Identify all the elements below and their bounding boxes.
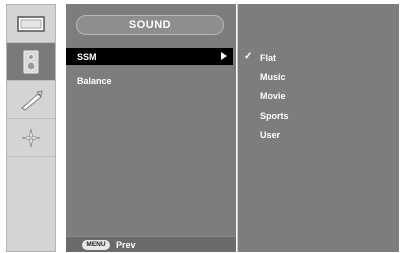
- prev-label: Prev: [116, 239, 136, 250]
- menu-item-balance[interactable]: Balance: [66, 72, 233, 89]
- menu-key-button[interactable]: MENU: [82, 239, 110, 250]
- arrow-right-icon: [221, 52, 227, 60]
- option-sports[interactable]: Sports: [238, 108, 398, 124]
- menu-item-label: Balance: [77, 75, 112, 86]
- option-label: Flat: [260, 53, 277, 63]
- monitor-icon: [17, 15, 45, 32]
- footer: MENU Prev: [66, 236, 236, 252]
- option-label: Movie: [260, 91, 286, 101]
- check-icon: ✓: [244, 51, 253, 62]
- settings-icon: [21, 128, 41, 147]
- sound-tab[interactable]: [7, 43, 55, 81]
- picture-tab[interactable]: [7, 5, 55, 43]
- menu-item-ssm[interactable]: SSM: [66, 48, 233, 65]
- time-tab[interactable]: [7, 81, 55, 119]
- option-tab[interactable]: [7, 119, 55, 157]
- menu-item-label: SSM: [77, 51, 97, 62]
- menu-panel: SOUND SSM Balance: [66, 4, 236, 252]
- options-panel: ✓ Flat Music Movie Sports User: [237, 4, 399, 252]
- option-label: User: [260, 130, 281, 140]
- menu-title: SOUND: [76, 15, 224, 35]
- speaker-icon: [23, 50, 39, 73]
- tool-icon: [21, 89, 43, 111]
- option-user[interactable]: User: [238, 127, 398, 143]
- option-label: Sports: [260, 111, 289, 121]
- option-music[interactable]: Music: [238, 69, 398, 85]
- sidebar: [6, 4, 56, 252]
- option-flat[interactable]: ✓ Flat: [238, 50, 398, 66]
- option-label: Music: [260, 72, 286, 82]
- option-movie[interactable]: Movie: [238, 88, 398, 104]
